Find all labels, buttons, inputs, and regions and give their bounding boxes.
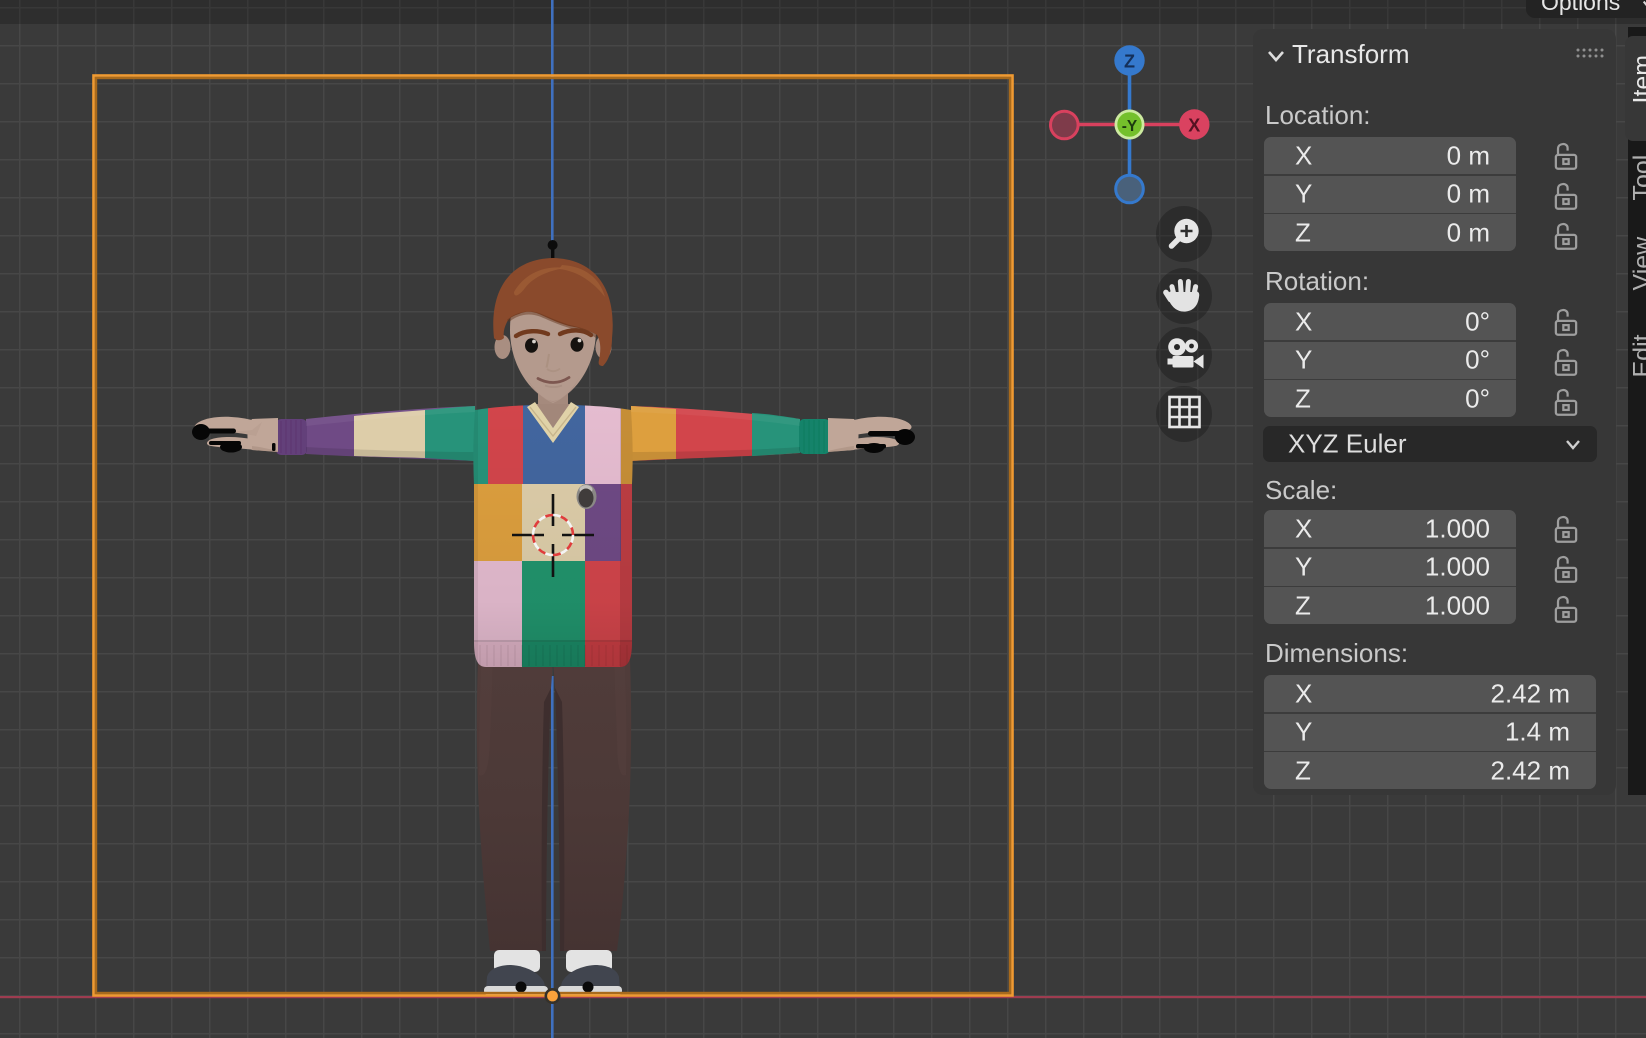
svg-text:-Y: -Y — [1122, 118, 1138, 135]
svg-text:Z: Z — [1124, 52, 1135, 72]
svg-text:X: X — [1188, 116, 1200, 136]
